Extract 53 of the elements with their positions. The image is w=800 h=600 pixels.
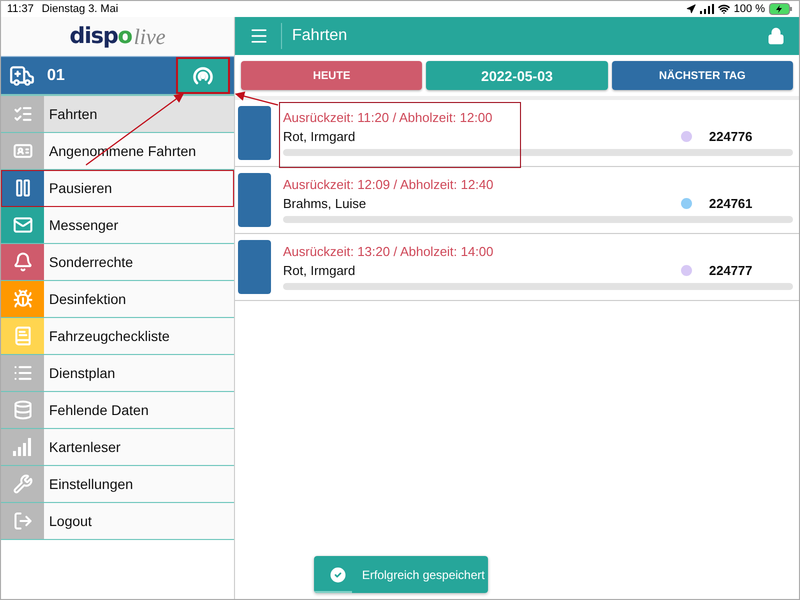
- lock-icon[interactable]: [767, 27, 785, 45]
- menu-icon: [12, 252, 32, 272]
- status-time: 11:37: [7, 3, 34, 15]
- patient-name: Rot, Irmgard: [283, 129, 356, 144]
- day-button[interactable]: HEUTE: [241, 61, 422, 90]
- menu-icon: [12, 400, 32, 420]
- patient-name: Brahms, Luise: [283, 196, 368, 211]
- trip-number: 224761: [709, 196, 754, 211]
- page-title: Fahrten: [292, 27, 348, 45]
- menu-icon: [12, 511, 32, 531]
- menu-item[interactable]: Dienstplan: [1, 355, 234, 392]
- menu-item[interactable]: Fahrten: [1, 96, 234, 133]
- menu-item[interactable]: Einstellungen: [1, 466, 234, 503]
- trip-times: Ausrückzeit: 12:09 / Abholzeit: 12:40: [283, 177, 494, 192]
- trip-row[interactable]: Ausrückzeit: 11:20 / Abholzeit: 12:00 Rot, Irmgard 224776: [235, 100, 799, 167]
- menu-item[interactable]: Sonderrechte: [1, 244, 234, 281]
- menu-icon: [12, 474, 32, 494]
- battery-percent: 100 %: [734, 3, 765, 15]
- menu-item[interactable]: Logout: [1, 503, 234, 540]
- trip-times: Ausrückzeit: 13:20 / Abholzeit: 14:00: [283, 244, 494, 259]
- location-icon: [686, 4, 696, 14]
- trip-row[interactable]: Ausrückzeit: 13:20 / Abholzeit: 14:00 Rot, Irmgard 224777: [235, 234, 799, 301]
- cellular-icon: [700, 4, 714, 14]
- signal-icon: [12, 437, 34, 457]
- menu-icon: [12, 363, 32, 383]
- trip-number: 224777: [709, 263, 754, 278]
- menu-icon: [12, 326, 32, 346]
- menu-item[interactable]: Desinfektion: [1, 281, 234, 318]
- broadcast-button[interactable]: [176, 57, 230, 94]
- menu-icon: [12, 289, 32, 309]
- check-icon: [328, 564, 348, 584]
- menu-icon: [12, 104, 32, 124]
- logo: dispolive: [1, 17, 234, 56]
- wifi-icon: [718, 3, 730, 15]
- menu-icon: [12, 141, 32, 161]
- trip-times: Ausrückzeit: 11:20 / Abholzeit: 12:00: [283, 110, 492, 125]
- trip-row[interactable]: Ausrückzeit: 12:09 / Abholzeit: 12:40 Brahms, Luise 224761: [235, 167, 799, 234]
- menu-item[interactable]: Pausieren: [1, 170, 234, 207]
- trip-marker: [238, 240, 271, 294]
- trip-number: 224776: [709, 129, 754, 144]
- menu-item[interactable]: Messenger: [1, 207, 234, 244]
- toast-message: Erfolgreich gespeichert: [362, 568, 485, 582]
- status-date: Dienstag 3. Mai: [42, 3, 118, 15]
- menu-item[interactable]: Fahrzeugcheckliste: [1, 318, 234, 355]
- battery-icon: [769, 3, 793, 15]
- day-button[interactable]: NÄCHSTER TAG: [612, 61, 793, 90]
- patient-name: Rot, Irmgard: [283, 263, 356, 278]
- menu-item[interactable]: Kartenleser: [1, 429, 234, 466]
- vehicle-number: 01: [47, 66, 66, 84]
- trip-marker: [238, 173, 271, 227]
- menu-item[interactable]: Fehlende Daten: [1, 392, 234, 429]
- trip-marker: [238, 106, 271, 160]
- menu-icon: [12, 215, 32, 235]
